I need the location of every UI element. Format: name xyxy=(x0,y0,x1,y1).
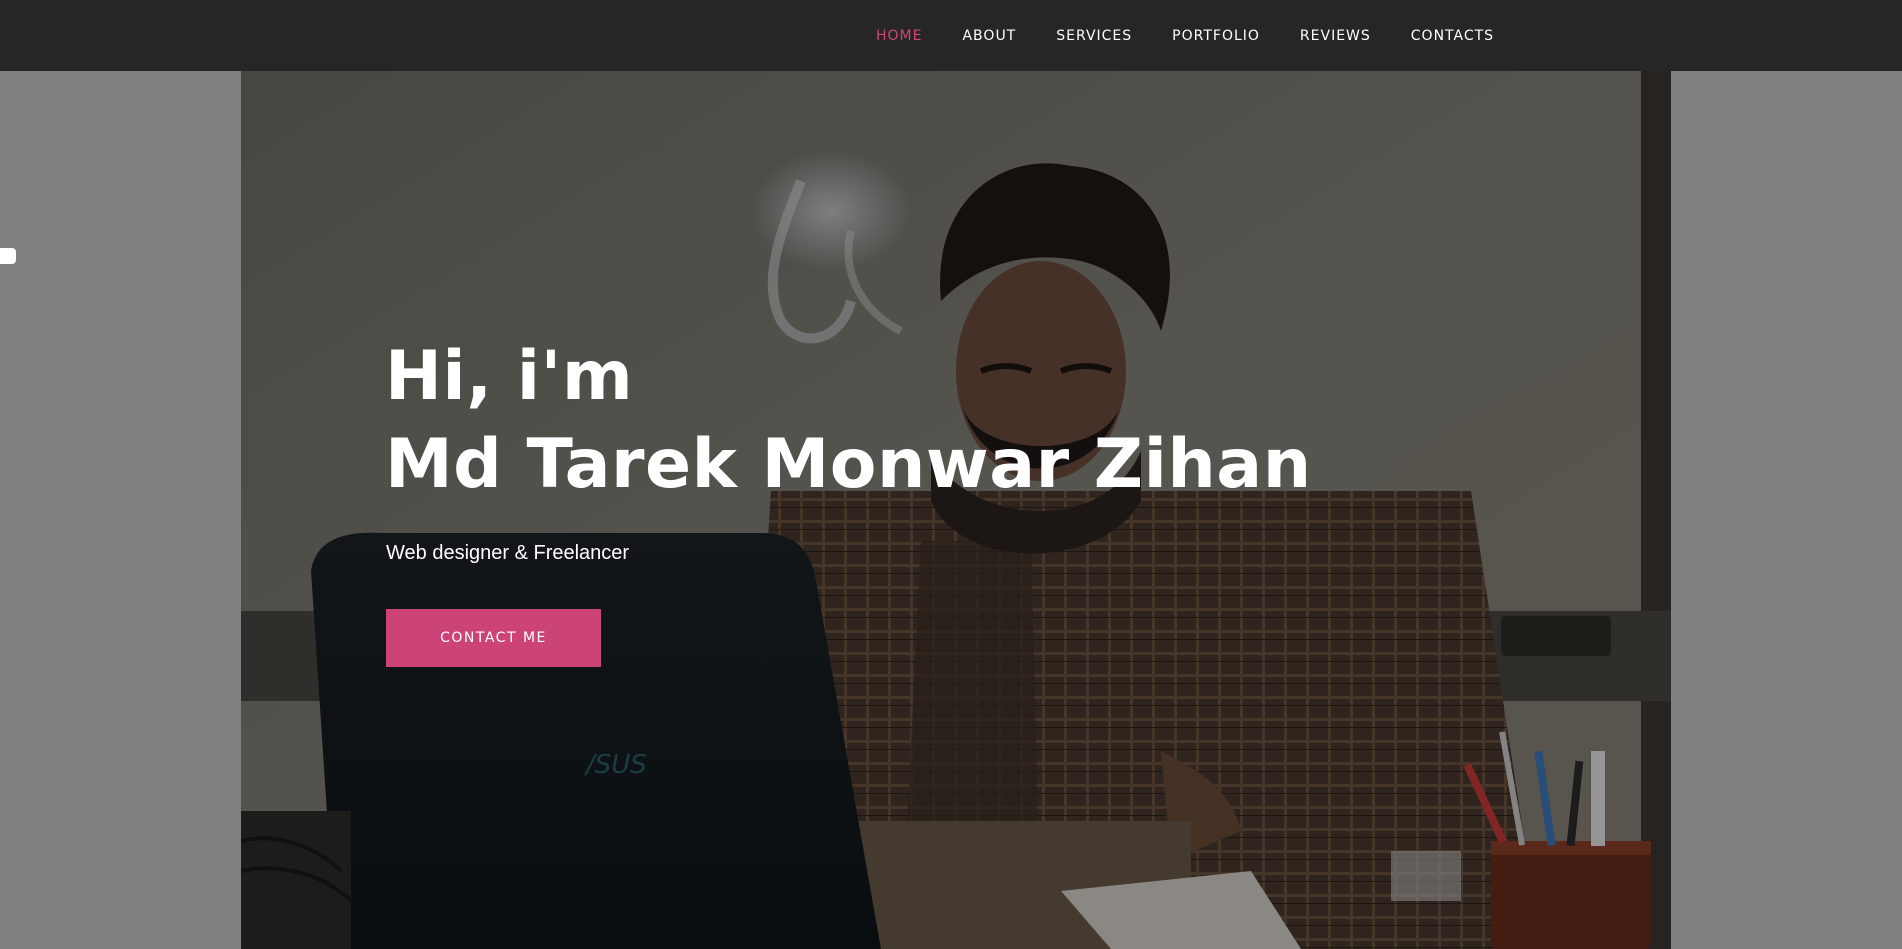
nav-home[interactable]: HOME xyxy=(876,28,922,44)
hero-dark-overlay xyxy=(241,71,1671,949)
nav-about[interactable]: ABOUT xyxy=(962,28,1016,44)
hero-section: /SUS Hi, i'm Md Tarek Monwar Zihan Web d… xyxy=(241,71,1671,949)
hero-name: Md Tarek Monwar Zihan xyxy=(385,425,1312,504)
side-toggle-tab[interactable] xyxy=(0,248,16,264)
nav-menu: HOME ABOUT SERVICES PORTFOLIO REVIEWS CO… xyxy=(876,0,1494,71)
hero-greeting: Hi, i'm xyxy=(385,337,634,416)
nav-portfolio[interactable]: PORTFOLIO xyxy=(1172,28,1260,44)
nav-reviews[interactable]: REVIEWS xyxy=(1300,28,1371,44)
hero-subtitle: Web designer & Freelancer xyxy=(386,542,630,564)
contact-me-button[interactable]: CONTACT ME xyxy=(386,609,601,667)
nav-contacts[interactable]: CONTACTS xyxy=(1411,28,1494,44)
hero-headline: Hi, i'm Md Tarek Monwar Zihan xyxy=(385,333,1312,509)
nav-services[interactable]: SERVICES xyxy=(1056,28,1132,44)
top-navbar: HOME ABOUT SERVICES PORTFOLIO REVIEWS CO… xyxy=(0,0,1902,71)
